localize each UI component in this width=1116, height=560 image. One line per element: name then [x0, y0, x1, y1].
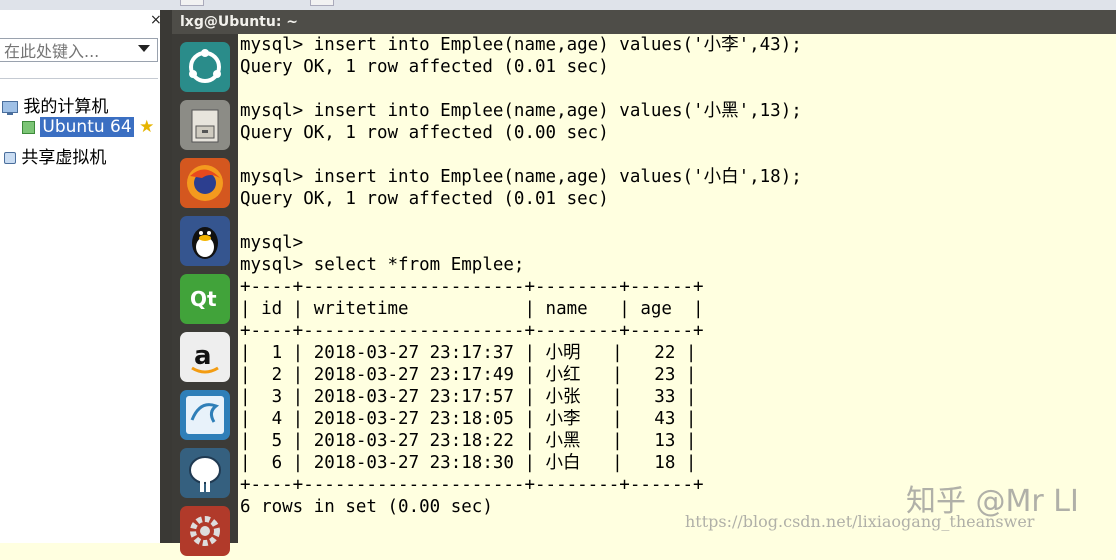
tab-nub [310, 0, 334, 6]
terminal-line: +----+---------------------+--------+---… [240, 321, 704, 341]
file-cabinet-icon[interactable] [180, 100, 230, 150]
terminal-line: | 1 | 2018-03-27 23:17:37 | 小明 | 22 | [240, 343, 697, 363]
shared-vm-icon [4, 152, 16, 164]
url-watermark: https://blog.csdn.net/lixiaogang_theansw… [685, 512, 1035, 531]
terminal-line: | 6 | 2018-03-27 23:18:30 | 小白 | 18 | [240, 453, 697, 473]
terminal-line: mysql> insert into Emplee(name,age) valu… [240, 101, 802, 121]
tab-nub [180, 0, 204, 6]
vm-library-panel: × 我的计算机 Ubuntu 64 ★ 共享虚拟机 [0, 10, 162, 544]
terminal-line: Query OK, 1 row affected (0.00 sec) [240, 123, 609, 143]
terminal-title-bar[interactable]: lxg@Ubuntu: ~ [172, 10, 1116, 34]
terminal-line: | 2 | 2018-03-27 23:17:49 | 小红 | 23 | [240, 365, 697, 385]
terminal-line: mysql> select *from Emplee; [240, 255, 525, 275]
unity-launcher: Qt a [172, 34, 238, 556]
terminal-line: +----+---------------------+--------+---… [240, 277, 704, 297]
qt-creator-icon[interactable]: Qt [180, 274, 230, 324]
terminal-line: mysql> insert into Emplee(name,age) valu… [240, 167, 802, 187]
tree-item-label: 我的计算机 [23, 97, 109, 117]
tree-item-ubuntu-vm[interactable]: Ubuntu 64 ★ [22, 117, 154, 139]
svg-text:a: a [194, 341, 212, 371]
mysql-workbench-icon[interactable] [180, 390, 230, 440]
library-search-box[interactable] [0, 38, 158, 62]
postgresql-elephant-icon[interactable] [180, 448, 230, 498]
settings-icon[interactable] [180, 506, 230, 556]
terminal-line: mysql> insert into Emplee(name,age) valu… [240, 35, 802, 55]
vm-icon [22, 120, 35, 134]
tree-item-label: Ubuntu 64 [40, 117, 134, 137]
firefox-icon[interactable] [180, 158, 230, 208]
tree-item-shared-vms[interactable]: 共享虚拟机 [4, 143, 107, 168]
ubuntu-dash-icon[interactable] [180, 42, 230, 92]
computer-icon [2, 101, 18, 115]
terminal-line: | 5 | 2018-03-27 23:18:22 | 小黑 | 13 | [240, 431, 697, 451]
terminal-line: | id | writetime | name | age | [240, 299, 704, 319]
terminal-output: mysql> insert into Emplee(name,age) valu… [238, 34, 1116, 518]
svg-text:Qt: Qt [190, 287, 217, 311]
amazon-icon[interactable]: a [180, 332, 230, 382]
chevron-down-icon[interactable] [138, 45, 150, 52]
tree-item-my-computer[interactable]: 我的计算机 [2, 92, 109, 117]
terminal-line: Query OK, 1 row affected (0.01 sec) [240, 189, 609, 209]
tree-item-label: 共享虚拟机 [21, 148, 107, 168]
terminal-line: Query OK, 1 row affected (0.01 sec) [240, 57, 609, 77]
qq-penguin-icon[interactable] [180, 216, 230, 266]
panel-separator[interactable] [160, 10, 172, 543]
terminal-line: mysql> [240, 233, 304, 253]
window-title: lxg@Ubuntu: ~ [180, 14, 299, 30]
terminal-line: | 4 | 2018-03-27 23:18:05 | 小李 | 43 | [240, 409, 697, 429]
star-icon: ★ [139, 117, 155, 137]
vm-tree: 我的计算机 Ubuntu 64 ★ 共享虚拟机 [0, 78, 158, 544]
terminal-body[interactable]: mysql> insert into Emplee(name,age) valu… [238, 34, 1116, 543]
terminal-line: | 3 | 2018-03-27 23:17:57 | 小张 | 33 | [240, 387, 697, 407]
search-input[interactable] [2, 40, 136, 62]
